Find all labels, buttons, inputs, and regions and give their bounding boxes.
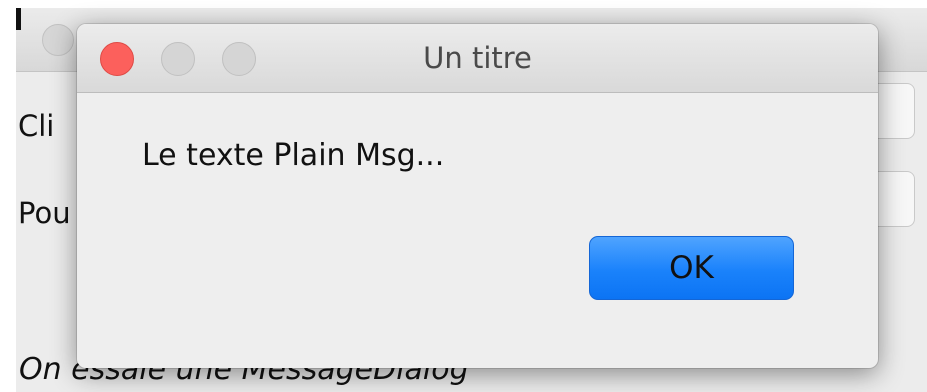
- dialog-message: Le texte Plain Msg...: [142, 138, 445, 173]
- background-label-first: Cli: [18, 109, 55, 143]
- close-icon[interactable]: [100, 42, 134, 76]
- window-corner-marker: [16, 8, 21, 30]
- dialog-titlebar: Un titre: [77, 24, 878, 93]
- ok-button[interactable]: OK: [589, 236, 794, 300]
- message-dialog: Un titre Le texte Plain Msg... OK: [77, 24, 878, 368]
- minimize-icon[interactable]: [161, 42, 195, 76]
- background-label-second: Pou: [18, 196, 71, 230]
- dialog-title: Un titre: [423, 41, 532, 75]
- zoom-icon[interactable]: [222, 42, 256, 76]
- background-close-icon[interactable]: [42, 24, 74, 56]
